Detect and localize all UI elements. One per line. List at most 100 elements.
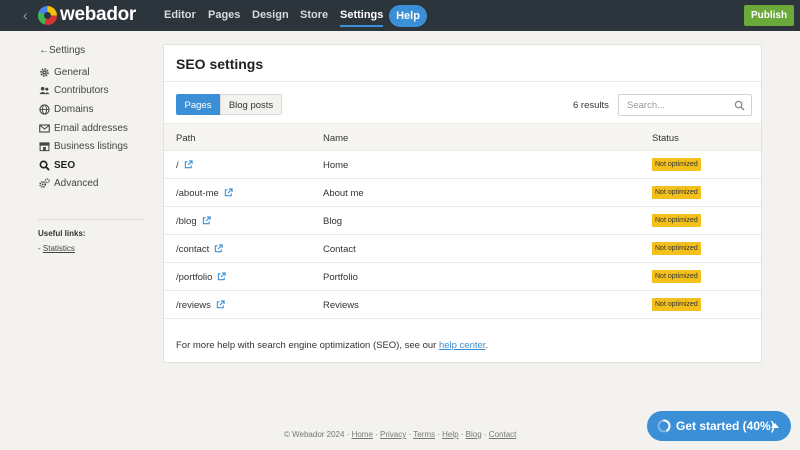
publish-button[interactable]: Publish (744, 5, 794, 26)
nav-editor[interactable]: Editor (164, 0, 196, 31)
nav-store[interactable]: Store (300, 0, 328, 31)
useful-link-statistics: - Statistics (38, 244, 75, 253)
progress-ring-icon (657, 419, 671, 433)
search-icon[interactable] (734, 100, 745, 111)
card-divider (164, 81, 761, 82)
path-text: /about-me (176, 188, 219, 199)
sidebar-item-contributors[interactable]: Contributors (39, 83, 108, 97)
status-badge: Not optimized (652, 270, 701, 283)
tab-pages[interactable]: Pages (176, 94, 220, 115)
external-link-icon[interactable] (214, 244, 223, 253)
statistics-link[interactable]: Statistics (43, 244, 75, 253)
status-badge: Not optimized (652, 158, 701, 171)
name-cell: Home (323, 160, 349, 171)
footer-link-home[interactable]: Home (352, 430, 373, 439)
status-badge: Not optimized (652, 242, 701, 255)
status-badge: Not optimized (652, 186, 701, 199)
search-input[interactable]: Search... (627, 100, 665, 111)
footer-link-privacy[interactable]: Privacy (380, 430, 406, 439)
search-box[interactable]: Search... (618, 94, 752, 116)
nav-design[interactable]: Design (252, 0, 289, 31)
gears-icon (39, 177, 50, 188)
path-cell: /blog (176, 216, 211, 227)
column-header-status: Status (652, 133, 679, 144)
useful-links-heading: Useful links: (38, 229, 86, 238)
path-text: / (176, 160, 179, 171)
nav-settings[interactable]: Settings (340, 0, 384, 31)
table-row[interactable]: /reviews Reviews Not optimized (164, 291, 761, 319)
sidebar-item-label: Advanced (54, 177, 99, 189)
sidebar-item-label: SEO (54, 159, 76, 171)
footer-separator: · (458, 430, 466, 439)
table-row[interactable]: /contact Contact Not optimized (164, 235, 761, 263)
globe-icon (39, 103, 50, 115)
path-cell: /portfolio (176, 272, 227, 283)
sidebar-item-label: Business listings (54, 140, 128, 152)
status-badge: Not optimized (652, 298, 701, 311)
help-button[interactable]: Help (389, 5, 427, 27)
sidebar-item-label: Domains (54, 103, 94, 115)
sidebar-item-label: General (54, 66, 90, 78)
help-note: For more help with search engine optimiz… (176, 340, 488, 351)
tab-blog-posts[interactable]: Blog posts (220, 94, 282, 115)
path-cell: /about-me (176, 188, 233, 199)
gear-icon (40, 67, 49, 77)
help-note-text: For more help with search engine optimiz… (176, 340, 439, 351)
column-header-path: Path (176, 133, 196, 144)
path-text: /blog (176, 216, 197, 227)
column-header-name: Name (323, 133, 349, 144)
path-cell: /contact (176, 244, 223, 255)
table-row[interactable]: /portfolio Portfolio Not optimized (164, 263, 761, 291)
footer-link-blog[interactable]: Blog (466, 430, 482, 439)
users-icon (39, 86, 50, 94)
top-bar: ‹ webador Editor Pages Design Store Sett… (0, 0, 800, 31)
external-link-icon[interactable] (217, 272, 227, 281)
footer-separator: · (372, 430, 381, 439)
sidebar-item-advanced[interactable]: Advanced (39, 176, 98, 190)
webador-logo-icon (38, 6, 57, 25)
sidebar-item-seo[interactable]: SEO (39, 158, 75, 172)
sidebar-item-domains[interactable]: Domains (39, 102, 93, 116)
table-row[interactable]: /about-me About me Not optimized (164, 179, 761, 207)
table-row[interactable]: / Home Not optimized (164, 151, 761, 179)
back-chevron-icon[interactable]: ‹ (23, 8, 33, 23)
sidebar-back-link[interactable]: ←Settings (39, 45, 85, 56)
name-cell: About me (323, 188, 364, 199)
table-row[interactable]: /blog Blog Not optimized (164, 207, 761, 235)
footer-link-terms[interactable]: Terms (413, 430, 435, 439)
arrow-left-icon: ← (39, 45, 49, 56)
table-header: Path Name Status (164, 123, 761, 151)
sidebar-item-business-listings[interactable]: Business listings (39, 139, 128, 153)
nav-pages[interactable]: Pages (208, 0, 240, 31)
path-cell: /reviews (176, 300, 225, 311)
footer-link-help[interactable]: Help (442, 430, 458, 439)
path-text: /reviews (176, 300, 211, 311)
help-center-link[interactable]: help center (439, 340, 485, 351)
sidebar-item-label: Email addresses (54, 122, 128, 134)
external-link-icon[interactable] (224, 188, 233, 197)
status-badge: Not optimized (652, 214, 701, 227)
path-text: /portfolio (176, 272, 213, 283)
path-text: /contact (176, 244, 210, 255)
help-note-suffix: . (485, 340, 489, 351)
external-link-icon[interactable] (202, 216, 211, 225)
envelope-icon (39, 123, 50, 133)
footer-separator: · (481, 430, 489, 439)
caret-up-icon (771, 423, 779, 428)
footer: © Webador 2024 · Home · Privacy · Terms … (284, 430, 516, 439)
sidebar-back-label: Settings (49, 45, 86, 56)
logo-text: webador (60, 4, 137, 25)
get-started-button[interactable]: Get started (40%) (647, 411, 791, 441)
sidebar-divider (38, 219, 143, 220)
sidebar-item-label: Contributors (54, 84, 109, 96)
sidebar-item-general[interactable]: General (39, 65, 90, 79)
external-link-icon[interactable] (184, 160, 193, 169)
external-link-icon[interactable] (216, 300, 225, 309)
storefront-icon (39, 141, 50, 151)
footer-link-contact[interactable]: Contact (489, 430, 517, 439)
path-cell: / (176, 160, 193, 171)
page-title: SEO settings (176, 56, 264, 72)
name-cell: Contact (323, 244, 356, 255)
sidebar-item-email-addresses[interactable]: Email addresses (39, 121, 128, 135)
search-icon (39, 160, 50, 171)
